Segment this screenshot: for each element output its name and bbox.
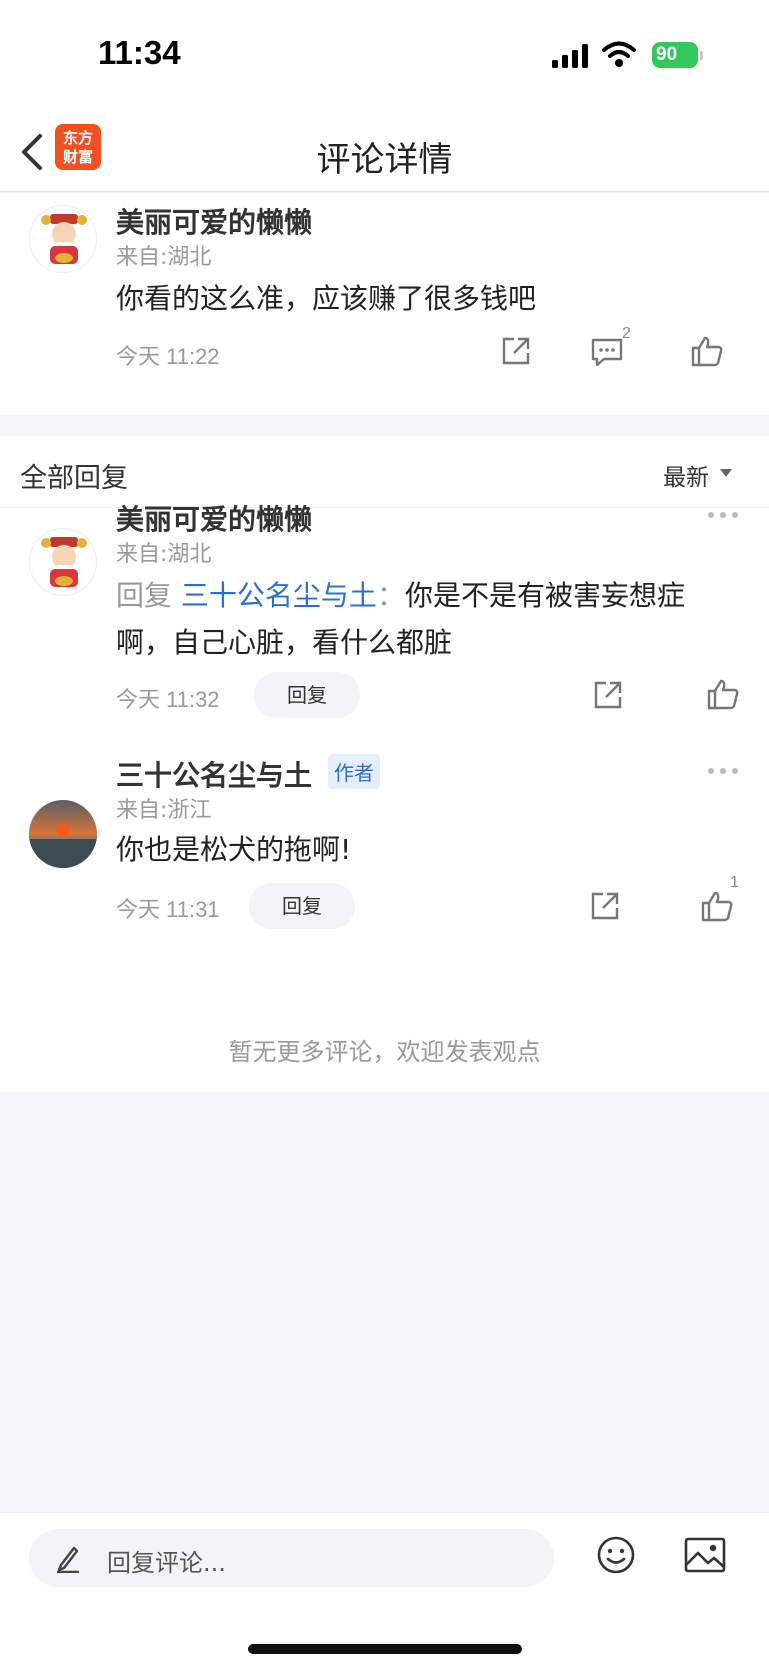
avatar[interactable] (29, 528, 97, 596)
reply-time: 今天 11:32 (116, 687, 220, 712)
page-title: 评论详情 (316, 140, 453, 180)
username[interactable]: 美丽可爱的懒懒 (116, 201, 312, 241)
nav-bar: 东方 财富 评论详情 (0, 112, 769, 192)
home-indicator (248, 1644, 522, 1654)
caret-down-icon[interactable] (720, 469, 732, 477)
sunset-avatar-icon (29, 800, 97, 868)
comment-icon[interactable] (590, 337, 624, 367)
all-replies-label: 全部回复 (20, 463, 128, 494)
share-icon[interactable] (589, 890, 621, 922)
emoji-icon[interactable] (596, 1535, 636, 1575)
pencil-icon (57, 1546, 79, 1573)
reply-time: 今天 11:31 (116, 897, 220, 922)
reply-input-placeholder: 回复评论... (107, 1549, 226, 1577)
like-icon[interactable] (700, 890, 734, 922)
reply-content: 你也是松犬的拖啊! (116, 833, 352, 866)
mention-link[interactable]: 三十公名尘与土 (181, 579, 377, 612)
username[interactable]: 美丽可爱的懒懒 (116, 498, 312, 538)
status-bar: 11:34 90 (0, 0, 769, 112)
avatar[interactable] (29, 205, 97, 273)
image-icon[interactable] (684, 1537, 726, 1573)
reply-button[interactable]: 回复 (254, 672, 360, 718)
main-comment: 美丽可爱的懒懒 来自:湖北 你看的这么准，应该赚了很多钱吧 今天 11:22 2 (0, 193, 769, 415)
comment-content: 你看的这么准，应该赚了很多钱吧 (116, 282, 537, 315)
battery-indicator: 90 (652, 42, 703, 68)
reply-content: 回复 三十公名尘与土：你是不是有被害妄想症啊，自己心脏，看什么都脏 (116, 579, 685, 659)
cellular-signal-icon (552, 44, 588, 68)
user-location: 来自:湖北 (116, 245, 212, 270)
avatar[interactable] (29, 800, 97, 868)
more-options-icon[interactable] (708, 512, 740, 520)
reply-input[interactable]: 回复评论... (29, 1529, 554, 1587)
share-icon[interactable] (500, 335, 532, 367)
sort-dropdown[interactable]: 最新 (663, 458, 709, 492)
author-badge: 作者 (328, 754, 380, 789)
user-location: 来自:浙江 (116, 798, 212, 823)
username[interactable]: 三十公名尘与土 (116, 754, 312, 794)
user-location: 来自:湖北 (116, 542, 212, 567)
more-options-icon[interactable] (708, 768, 740, 776)
bottom-bar: 回复评论... (0, 1512, 769, 1665)
status-time: 11:34 (98, 34, 181, 71)
reply-button[interactable]: 回复 (249, 883, 355, 929)
share-icon[interactable] (592, 679, 624, 711)
replies-section: 全部回复 最新 美丽可爱的懒懒 来自:湖北 回复 三十公名尘与土：你是不是有被害… (0, 436, 769, 1092)
like-icon[interactable] (690, 335, 724, 367)
wifi-icon (602, 41, 636, 67)
comment-count-badge: 2 (622, 325, 631, 342)
comment-time: 今天 11:22 (116, 344, 220, 369)
no-more-comments: 暂无更多评论，欢迎发表观点 (228, 1038, 541, 1066)
like-count-badge: 1 (730, 874, 739, 891)
caishen-avatar-icon (41, 537, 87, 587)
like-icon[interactable] (706, 678, 740, 710)
caishen-avatar-icon (41, 214, 87, 264)
